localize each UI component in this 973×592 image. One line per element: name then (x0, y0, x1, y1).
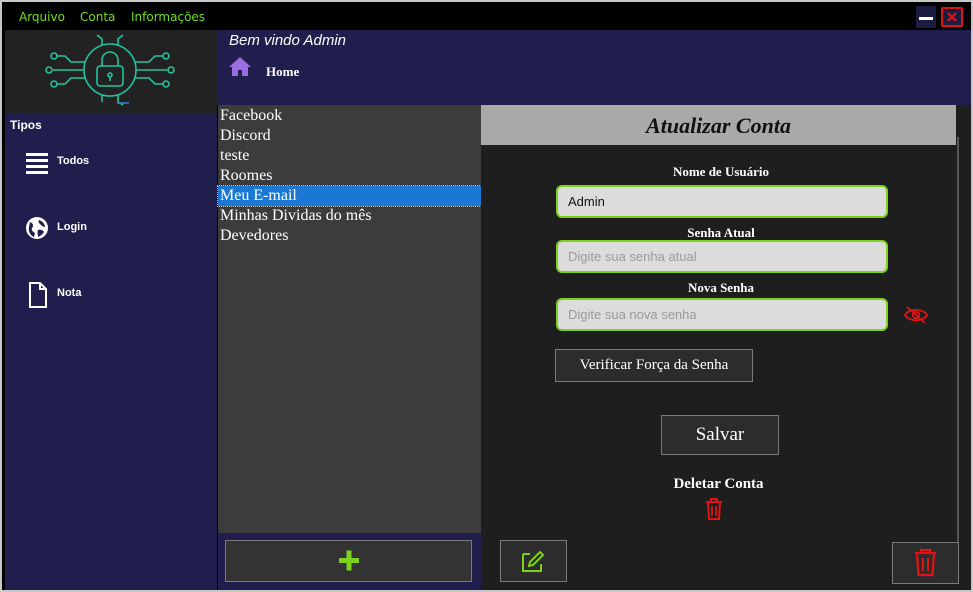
list-item-selected[interactable]: Meu E-mail (217, 185, 482, 207)
app-window: Arquivo Conta Informações Tipos Todos Lo… (0, 0, 973, 592)
list-item[interactable]: Devedores (218, 226, 481, 246)
document-icon (23, 281, 51, 308)
sidebar-item-nota[interactable]: Nota (23, 279, 203, 309)
current-password-field[interactable] (556, 240, 888, 273)
delete-button[interactable] (892, 542, 959, 584)
list-item[interactable]: Roomes (218, 166, 481, 186)
current-password-label: Senha Atual (687, 225, 755, 240)
close-icon (947, 12, 957, 22)
plus-icon (339, 550, 359, 571)
header: Bem vindo Admin Home (217, 30, 971, 105)
sidebar-item-label: Login (57, 221, 87, 233)
list-item[interactable]: Discord (218, 126, 481, 146)
logo (5, 30, 217, 114)
edit-button[interactable] (500, 540, 567, 582)
menu-arquivo[interactable]: Arquivo (19, 10, 65, 24)
circuit-lock-logo-icon (45, 34, 175, 106)
close-button[interactable] (941, 7, 963, 27)
menu-bar: Arquivo Conta Informações (2, 2, 971, 30)
sidebar: Tipos Todos Login Nota (5, 114, 217, 590)
list-footer (218, 533, 481, 590)
list-item[interactable]: Minhas Dividas do mês (218, 206, 481, 226)
home-icon[interactable] (228, 56, 252, 78)
save-button[interactable]: Salvar (661, 415, 779, 455)
panel-title: Atualizar Conta (481, 105, 956, 145)
minimize-button[interactable] (916, 6, 936, 28)
accounts-list[interactable]: Facebook Discord teste Roomes Meu E-mail… (217, 105, 482, 533)
sidebar-item-login[interactable]: Login (23, 213, 203, 243)
sidebar-item-todos[interactable]: Todos (23, 147, 203, 177)
list-icon (23, 149, 51, 175)
minimize-icon (919, 17, 933, 20)
sidebar-item-label: Nota (57, 287, 82, 299)
sidebar-item-label: Todos (57, 155, 90, 167)
menu-informacoes[interactable]: Informações (131, 10, 205, 24)
globe-icon (23, 215, 51, 241)
verify-password-strength-button[interactable]: Verificar Força da Senha (555, 349, 753, 382)
username-label: Nome de Usuário (672, 164, 770, 179)
trash-icon (915, 548, 936, 577)
edit-icon (522, 550, 545, 572)
username-field[interactable] (556, 185, 888, 218)
sidebar-title: Tipos (10, 118, 42, 132)
welcome-text: Bem vindo Admin (229, 32, 346, 49)
home-link[interactable]: Home (266, 64, 299, 80)
add-account-button[interactable] (225, 540, 472, 582)
new-password-field[interactable] (556, 298, 888, 331)
delete-account-label: Deletar Conta (673, 476, 764, 492)
menu-conta[interactable]: Conta (80, 10, 115, 24)
panel-divider (957, 137, 959, 575)
list-item[interactable]: teste (218, 146, 481, 166)
new-password-label: Nova Senha (687, 280, 755, 295)
list-item[interactable]: Facebook (218, 106, 481, 126)
delete-account-icon[interactable] (703, 497, 725, 521)
hide-password-icon[interactable] (903, 304, 929, 326)
update-account-panel: Atualizar Conta Nome de Usuário Senha At… (481, 105, 971, 590)
